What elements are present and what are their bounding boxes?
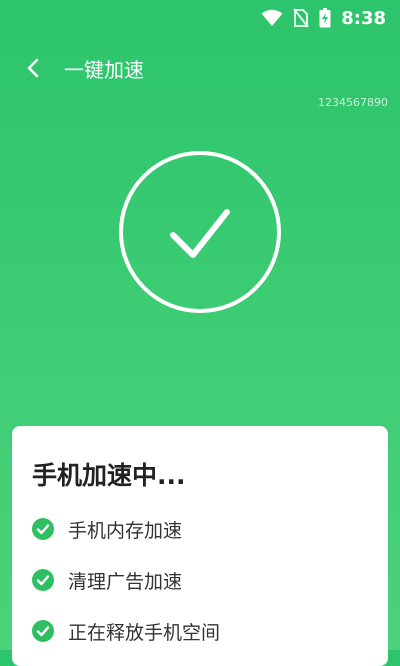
task-item-space: 正在释放手机空间 [32, 616, 220, 646]
check-badge-icon [32, 569, 54, 591]
check-circle-icon [118, 150, 282, 314]
task-item-memory: 手机内存加速 [32, 514, 182, 544]
task-label: 手机内存加速 [68, 519, 183, 542]
status-time: 8:38 [341, 7, 386, 29]
status-bar: 8:38 [0, 0, 400, 36]
battery-charging-icon [319, 8, 331, 28]
task-item-ads: 清理广告加速 [32, 565, 182, 595]
no-sim-icon [293, 8, 310, 28]
device-id: 1234567890 [318, 96, 388, 109]
app-bar: 一键加速 [0, 46, 400, 90]
back-button[interactable] [18, 53, 48, 83]
page-title: 一键加速 [64, 57, 144, 82]
card-title: 手机加速中... [32, 461, 186, 490]
task-label: 正在释放手机空间 [68, 621, 221, 644]
task-label: 清理广告加速 [68, 570, 183, 593]
wifi-icon [261, 9, 283, 27]
back-arrow-icon [27, 58, 39, 78]
progress-card: 手机加速中... 手机内存加速 清理广告加速 正在释放手机空间 [12, 426, 388, 666]
check-badge-icon [32, 518, 54, 540]
check-badge-icon [32, 620, 54, 642]
